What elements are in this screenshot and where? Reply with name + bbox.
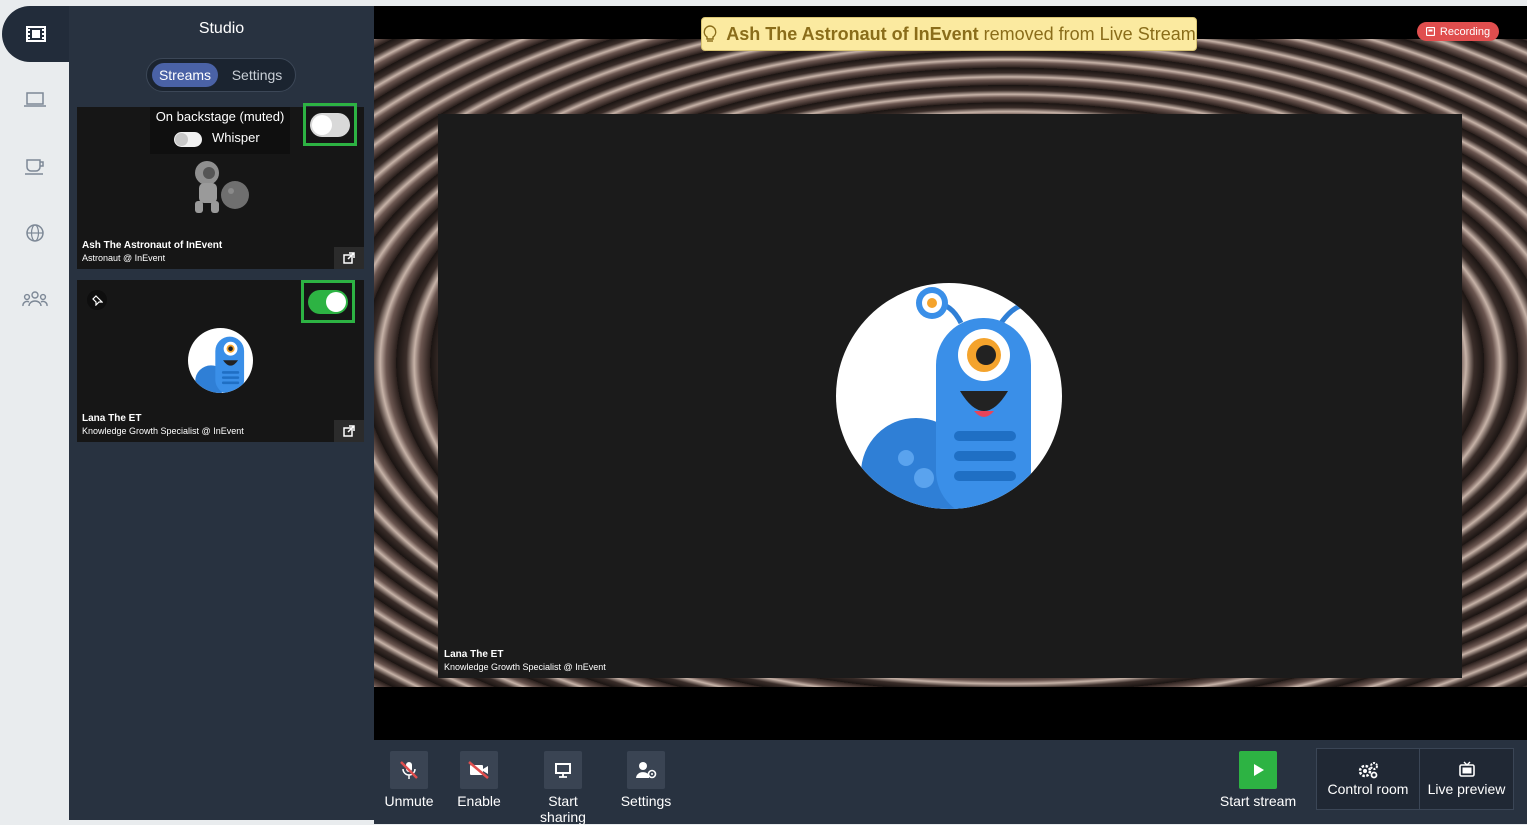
settings-label: Settings — [620, 793, 672, 809]
main-video-feed: Lana The ET Knowledge Growth Specialist … — [438, 114, 1462, 678]
globe-icon — [25, 224, 44, 242]
external-link-icon — [343, 252, 355, 264]
alien-avatar-large — [836, 283, 1062, 509]
coffee-cup-icon — [24, 159, 44, 175]
alien-avatar — [188, 328, 253, 393]
start-sharing-label: Start sharing — [540, 793, 586, 825]
popout-button[interactable] — [334, 247, 364, 269]
unmute-label: Unmute — [384, 793, 434, 809]
whisper-toggle[interactable] — [174, 132, 202, 147]
participant-card-lana: Lana The ET Knowledge Growth Specialist … — [77, 280, 364, 442]
enable-camera-button[interactable]: Enable — [454, 740, 504, 824]
stage-background: Lana The ET Knowledge Growth Specialist … — [374, 39, 1527, 687]
settings-button[interactable]: Settings — [620, 740, 672, 824]
users-icon — [21, 291, 48, 307]
streams-settings-tabs: Streams Settings — [146, 58, 296, 92]
feed-participant-role: Knowledge Growth Specialist @ InEvent — [444, 662, 606, 672]
start-stream-label: Start stream — [1219, 793, 1297, 809]
enable-label: Enable — [457, 793, 501, 809]
studio-toolbar: Unmute Enable Start sharing Settings Sta… — [374, 740, 1527, 825]
rail-item-globe[interactable] — [0, 213, 69, 253]
recording-label: Recording — [1439, 25, 1491, 38]
stream-notification: Ash The Astronaut of InEvent removed fro… — [701, 17, 1197, 51]
participant-card-ash: On backstage (muted) Whisper Ash The Ast… — [77, 103, 364, 269]
stream-toggle-lana[interactable] — [308, 289, 348, 314]
live-preview-label: Live preview — [1427, 781, 1506, 797]
live-preview-button[interactable]: Live preview — [1419, 748, 1514, 810]
user-settings-icon — [636, 762, 657, 779]
film-icon — [25, 26, 46, 42]
play-icon — [1254, 764, 1264, 776]
participant-name: Lana The ET — [82, 413, 142, 424]
tab-streams[interactable]: Streams — [152, 63, 218, 87]
popout-button[interactable] — [334, 420, 364, 442]
gears-icon — [1358, 762, 1378, 779]
unmute-button[interactable]: Unmute — [382, 740, 436, 824]
participant-role: Astronaut @ InEvent — [82, 253, 166, 263]
rail-item-users[interactable] — [0, 279, 69, 319]
control-room-button[interactable]: Control room — [1316, 748, 1420, 810]
sidebar-title: Studio — [198, 20, 245, 37]
whisper-label: Whisper — [212, 130, 260, 145]
stream-toggle-ash[interactable] — [310, 112, 350, 137]
control-room-label: Control room — [1327, 781, 1409, 797]
participant-role: Knowledge Growth Specialist @ InEvent — [82, 426, 244, 436]
rail-item-coffee[interactable] — [0, 146, 69, 186]
camera-off-icon — [468, 761, 489, 779]
laptop-icon — [23, 92, 46, 107]
record-icon — [1425, 27, 1435, 36]
live-stage: Lana The ET Knowledge Growth Specialist … — [374, 6, 1527, 740]
icon-rail — [0, 0, 69, 824]
notice-participant-name: Ash The Astronaut of InEvent — [726, 23, 979, 44]
tv-icon — [1458, 761, 1475, 777]
backstage-status-label: On backstage (muted) — [155, 109, 285, 124]
astronaut-avatar — [195, 161, 249, 213]
start-sharing-button[interactable]: Start sharing — [524, 740, 602, 825]
feed-participant-name: Lana The ET — [444, 649, 504, 660]
stream-toggle-highlight — [301, 280, 355, 323]
studio-sidebar: Studio Streams Settings On backstage (mu… — [69, 6, 374, 820]
tab-settings[interactable]: Settings — [223, 63, 291, 87]
rail-item-laptop[interactable] — [0, 80, 69, 120]
microphone-muted-icon — [400, 761, 418, 779]
stream-toggle-highlight — [303, 103, 357, 146]
lightbulb-icon — [703, 25, 717, 42]
rail-item-studio[interactable] — [2, 6, 69, 62]
monitor-icon — [555, 763, 571, 778]
notice-message: removed from Live Stream — [983, 23, 1196, 44]
backstage-status: On backstage (muted) Whisper — [150, 107, 290, 154]
recording-badge: Recording — [1417, 22, 1499, 41]
participant-name: Ash The Astronaut of InEvent — [82, 240, 223, 251]
start-stream-button[interactable]: Start stream — [1219, 740, 1297, 824]
pin-icon — [91, 294, 103, 306]
external-link-icon — [343, 425, 355, 437]
pin-button[interactable] — [87, 290, 107, 310]
